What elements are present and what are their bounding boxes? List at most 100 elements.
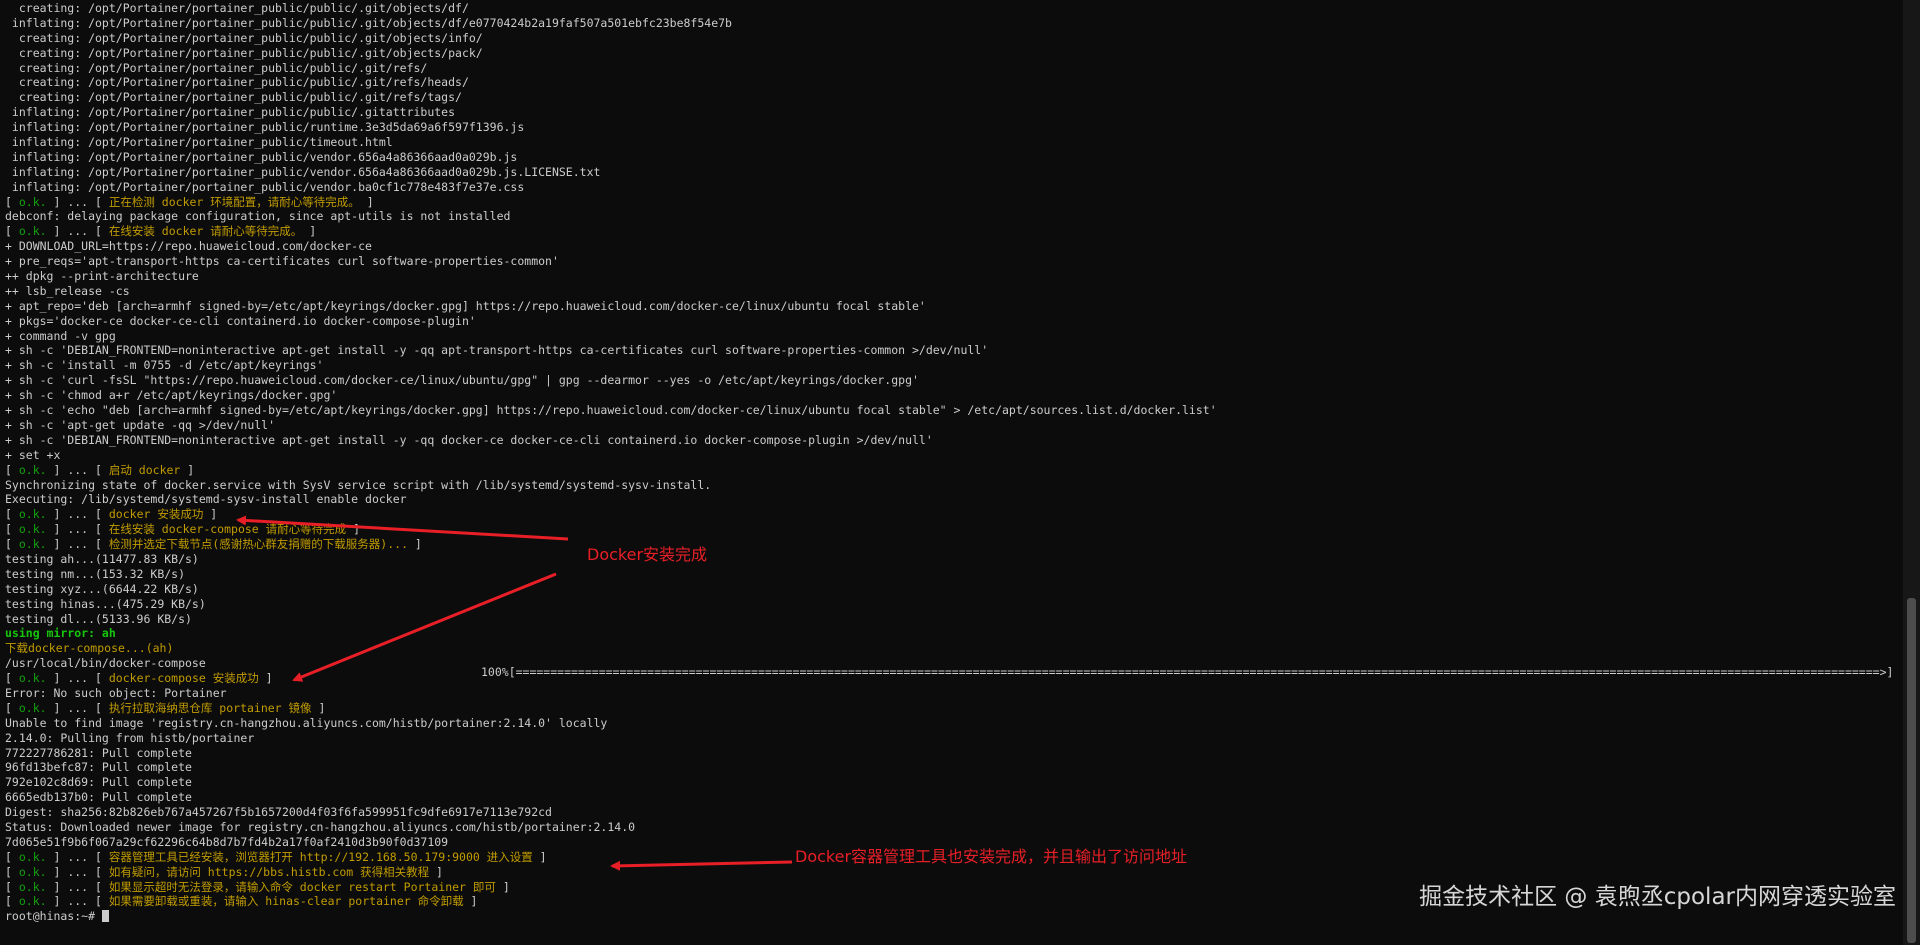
terminal-line: root@hinas:~# [5, 909, 1896, 924]
annotation-docker-installed: Docker安装完成 [587, 545, 708, 564]
terminal-line-text: inflating: /opt/Portainer/portainer_publ… [5, 15, 732, 30]
status-bracket-end: ] [539, 849, 547, 864]
terminal-line-text: 792e102c8d69: Pull complete [5, 775, 192, 790]
terminal-line: Status: Downloaded newer image for regis… [5, 820, 1896, 835]
terminal-line: Synchronizing state of docker.service wi… [5, 478, 1896, 493]
terminal-line: 6665edb137b0: Pull complete [5, 790, 1896, 805]
status-message: 正在检测 docker 环境配置，请耐心等待完成。 [108, 194, 367, 209]
terminal-line-text: 772227786281: Pull complete [5, 745, 192, 760]
terminal-line: inflating: /opt/Portainer/portainer_publ… [5, 120, 1896, 135]
terminal-line: 下载docker-compose...(ah) [5, 641, 1896, 656]
status-bracket: [ [5, 507, 19, 522]
terminal-line-text: + sh -c 'install -m 0755 -d /etc/apt/key… [5, 358, 324, 373]
terminal-line: testing hinas...(475.29 KB/s) [5, 597, 1896, 612]
text-cursor[interactable] [101, 910, 109, 923]
terminal-line: 96fd13befc87: Pull complete [5, 760, 1896, 775]
terminal-line-text: inflating: /opt/Portainer/portainer_publ… [5, 135, 393, 150]
terminal-line: ++ dpkg --print-architecture [5, 269, 1896, 284]
status-bracket-end: ] [470, 894, 478, 909]
status-bracket-end: ] [366, 194, 374, 209]
terminal-line: Digest: sha256:82b826eb767a457267f5b1657… [5, 805, 1896, 820]
shell-prompt: root@hinas:~# [5, 909, 102, 924]
status-bracket-end: ] [318, 700, 326, 715]
terminal-line: [ o.k. ] ... [ 正在检测 docker 环境配置，请耐心等待完成。… [5, 195, 1896, 210]
status-separator: ] ... [ [46, 462, 109, 477]
terminal-line-text: ++ dpkg --print-architecture [5, 269, 199, 284]
terminal-line-text: creating: /opt/Portainer/portainer_publi… [5, 60, 428, 75]
terminal-line: testing dl...(5133.96 KB/s) [5, 612, 1896, 627]
status-ok-label: o.k. [18, 864, 47, 879]
terminal-line-text: creating: /opt/Portainer/portainer_publi… [5, 30, 483, 45]
terminal-line: + sh -c 'install -m 0755 -d /etc/apt/key… [5, 358, 1896, 373]
terminal-line: + pkgs='docker-ce docker-ce-cli containe… [5, 314, 1896, 329]
watermark: 掘金技术社区 @ 袁煦丞cpolar内网穿透实验室 [1419, 884, 1896, 910]
status-ok-label: o.k. [18, 194, 47, 209]
status-message: 执行拉取海纳思仓库 portainer 镜像 [108, 700, 319, 715]
terminal-line: inflating: /opt/Portainer/portainer_publ… [5, 135, 1896, 150]
status-separator: ] ... [ [46, 849, 109, 864]
terminal-line: Executing: /lib/systemd/systemd-sysv-ins… [5, 492, 1896, 507]
status-message: 在线安装 docker 请耐心等待完成。 [108, 224, 310, 239]
status-message: 如有疑问，请访问 https://bbs.histb.com 获得相关教程 [108, 864, 437, 879]
status-ok-label: o.k. [18, 462, 47, 477]
status-separator: ] ... [ [46, 224, 109, 239]
terminal-line-text: creating: /opt/Portainer/portainer_publi… [5, 1, 469, 15]
terminal-line: [ o.k. ] ... [ 检测并选定下载节点(感谢热心群友捐赠的下载服务器)… [5, 537, 1896, 552]
status-separator: ] ... [ [46, 879, 109, 894]
status-ok-label: o.k. [18, 879, 47, 894]
status-bracket-end: ] [353, 522, 361, 537]
terminal-line-text: 96fd13befc87: Pull complete [5, 760, 192, 775]
status-bracket-end: ] [309, 224, 317, 239]
terminal-line-text: + apt_repo='deb [arch=armhf signed-by=/e… [5, 298, 926, 313]
terminal-line: + sh -c 'echo "deb [arch=armhf signed-by… [5, 403, 1896, 418]
status-bracket: [ [5, 671, 19, 686]
terminal-line-text: inflating: /opt/Portainer/portainer_publ… [5, 120, 525, 135]
status-separator: ] ... [ [46, 507, 109, 522]
terminal-line: + sh -c 'DEBIAN_FRONTEND=noninteractive … [5, 343, 1896, 358]
status-separator: ] ... [ [46, 700, 109, 715]
status-bracket: [ [5, 224, 19, 239]
terminal-line: creating: /opt/Portainer/portainer_publi… [5, 1, 1896, 16]
terminal-line-text: debconf: delaying package configuration,… [5, 209, 511, 224]
terminal-line-text: testing nm...(153.32 KB/s) [5, 566, 186, 581]
status-separator: ] ... [ [46, 894, 109, 909]
terminal-line: [ o.k. ] ... [ 执行拉取海纳思仓库 portainer 镜像 ] [5, 701, 1896, 716]
terminal-line: [ o.k. ] ... [ docker 安装成功 ] [5, 507, 1896, 522]
terminal-line: debconf: delaying package configuration,… [5, 209, 1896, 224]
terminal-line: ++ lsb_release -cs [5, 284, 1896, 299]
status-separator: ] ... [ [46, 864, 109, 879]
status-message: 如果需要卸载或重装，请输入 hinas-clear portainer 命令卸载 [108, 894, 471, 909]
terminal-line-text: inflating: /opt/Portainer/portainer_publ… [5, 105, 456, 120]
vertical-scrollbar[interactable] [1903, 0, 1920, 945]
terminal-line: [ o.k. ] ... [ 在线安装 docker 请耐心等待完成。 ] [5, 224, 1896, 239]
terminal-line: [ o.k. ] ... [ 如有疑问，请访问 https://bbs.hist… [5, 865, 1896, 880]
terminal-line: creating: /opt/Portainer/portainer_publi… [5, 31, 1896, 46]
terminal-line-text: using mirror: ah [5, 626, 116, 641]
annotation-portainer-installed: Docker容器管理工具也安装完成，并且输出了访问地址 [795, 847, 1188, 866]
terminal-line-text: 2.14.0: Pulling from histb/portainer [5, 730, 255, 745]
status-ok-label: o.k. [18, 671, 47, 686]
status-bracket: [ [5, 522, 19, 537]
status-separator: ] ... [ [46, 537, 109, 552]
status-message: 在线安装 docker-compose 请耐心等待完成 [108, 522, 354, 537]
status-message: 检测并选定下载节点(感谢热心群友捐赠的下载服务器)... [108, 537, 415, 552]
terminal-line: + pre_reqs='apt-transport-https ca-certi… [5, 254, 1896, 269]
terminal-line-text: + command -v gpg [5, 328, 116, 343]
status-bracket: [ [5, 879, 19, 894]
terminal-line-text: + sh -c 'DEBIAN_FRONTEND=noninteractive … [5, 343, 989, 358]
terminal-line-text: inflating: /opt/Portainer/portainer_publ… [5, 149, 518, 164]
terminal-window[interactable]: creating: /opt/Portainer/portainer_publi… [0, 0, 1920, 945]
status-bracket-end: ] [436, 864, 443, 879]
terminal-line-text: Digest: sha256:82b826eb767a457267f5b1657… [5, 805, 552, 820]
status-ok-label: o.k. [18, 522, 47, 537]
status-bracket: [ [5, 194, 19, 209]
terminal-line: inflating: /opt/Portainer/portainer_publ… [5, 165, 1896, 180]
terminal-line: + sh -c 'chmod a+r /etc/apt/keyrings/doc… [5, 388, 1896, 403]
terminal-line: 2.14.0: Pulling from histb/portainer [5, 731, 1896, 746]
terminal-line-text: + sh -c 'chmod a+r /etc/apt/keyrings/doc… [5, 388, 338, 403]
terminal-line-text: testing dl...(5133.96 KB/s) [5, 611, 192, 626]
terminal-line: testing ah...(11477.83 KB/s) [5, 552, 1896, 567]
terminal-line: inflating: /opt/Portainer/portainer_publ… [5, 16, 1896, 31]
scrollbar-thumb[interactable] [1907, 598, 1916, 943]
status-bracket: [ [5, 894, 19, 909]
